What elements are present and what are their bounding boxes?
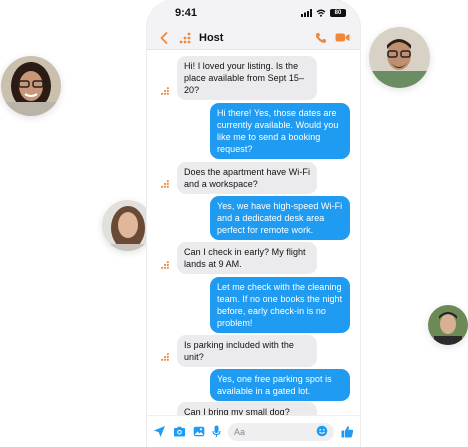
- composer-bar: Aa: [147, 415, 360, 447]
- send-location-button[interactable]: [153, 425, 166, 438]
- floating-avatar-young-man: [428, 305, 468, 345]
- image-icon: [193, 426, 205, 437]
- phone-icon: [316, 32, 326, 43]
- message-outgoing: Hi there! Yes, those dates are currently…: [210, 103, 350, 159]
- microphone-icon: [212, 425, 221, 437]
- floating-avatar-woman-long-hair: [102, 200, 153, 251]
- message-outgoing: Yes, we have high-speed Wi-Fi and a dedi…: [210, 196, 350, 240]
- video-camera-icon: [335, 33, 350, 42]
- floating-avatar-woman-glasses: [1, 56, 61, 116]
- message-input-placeholder: Aa: [234, 426, 246, 437]
- emoji-button[interactable]: [316, 425, 328, 439]
- camera-button[interactable]: [173, 426, 186, 437]
- like-button[interactable]: [341, 425, 354, 438]
- gallery-button[interactable]: [193, 426, 205, 437]
- microphone-button[interactable]: [212, 425, 221, 438]
- message-incoming: Can I check in early? My flight lands at…: [177, 242, 317, 274]
- message-outgoing: Yes, one free parking spot is available …: [210, 369, 350, 401]
- floating-avatar-man-glasses: [369, 27, 430, 88]
- host-logo-icon: [161, 87, 169, 95]
- phone-frame: 9:41 80 Host Hi! I loved your listing. I…: [147, 0, 360, 447]
- message-input[interactable]: Aa: [228, 422, 334, 441]
- emoji-icon: [316, 425, 328, 436]
- chat-title: Host: [199, 31, 224, 44]
- host-logo-icon: [161, 180, 169, 188]
- send-arrow-icon: [154, 426, 165, 437]
- message-incoming: Is parking included with the unit?: [177, 335, 317, 367]
- message-list[interactable]: Hi! I loved your listing. Is the place a…: [147, 51, 360, 415]
- chat-header: Host: [147, 26, 360, 50]
- message-outgoing: Let me check with the cleaning team. If …: [210, 277, 350, 333]
- message-incoming: Hi! I loved your listing. Is the place a…: [177, 56, 317, 100]
- thumbs-up-icon: [341, 426, 354, 438]
- chevron-left-icon: [160, 31, 168, 44]
- stage: 9:41 80 Host Hi! I loved your listing. I…: [0, 0, 468, 447]
- video-call-button[interactable]: [335, 32, 350, 43]
- host-mini-avatar: [158, 84, 172, 98]
- status-time: 9:41: [175, 7, 198, 19]
- wifi-icon: [316, 4, 326, 22]
- back-button[interactable]: [157, 30, 171, 46]
- host-logo-icon: [161, 353, 169, 361]
- host-logo-icon: [161, 261, 169, 269]
- host-mini-avatar: [158, 177, 172, 191]
- host-mini-avatar: [158, 258, 172, 272]
- host-mini-avatar: [158, 350, 172, 364]
- signal-icon: [301, 4, 312, 22]
- message-incoming: Can I bring my small dog?: [177, 402, 317, 415]
- header-actions: [315, 32, 350, 44]
- message-incoming: Does the apartment have Wi-Fi and a work…: [177, 162, 317, 194]
- battery-icon: 80: [330, 9, 346, 17]
- status-icons: 80: [301, 4, 346, 22]
- host-avatar[interactable]: [177, 30, 193, 46]
- host-logo-icon: [179, 32, 191, 43]
- camera-icon: [174, 426, 185, 437]
- status-bar: 9:41 80: [147, 0, 360, 26]
- call-button[interactable]: [315, 32, 327, 44]
